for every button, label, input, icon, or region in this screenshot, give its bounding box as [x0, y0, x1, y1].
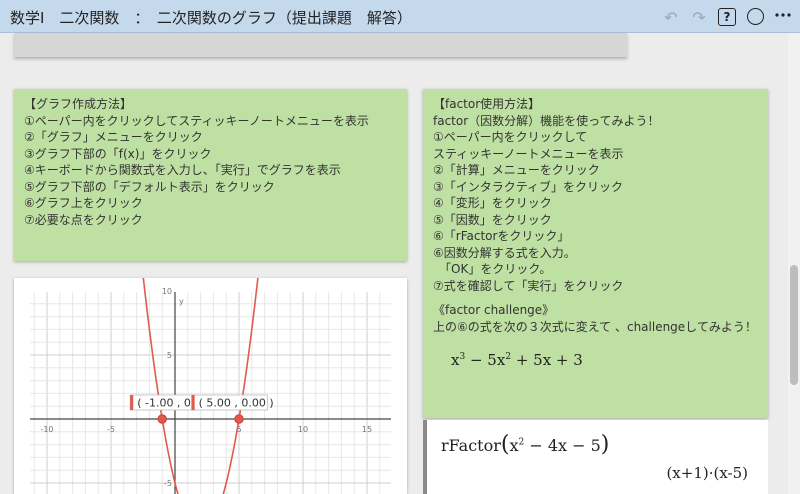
- calc-output: (x+1)·(x-5): [666, 464, 748, 482]
- step-line: ⑤「因数」をクリック: [433, 212, 552, 227]
- step-line: ④「変形」をクリック: [433, 196, 552, 210]
- title-bar: 数学Ⅰ 二次関数 ： 二次関数のグラフ（提出課題 解答） ↶ ↷ ?: [0, 0, 800, 33]
- step-line: 「OK」をクリック。: [433, 262, 552, 276]
- challenge-text: 上の⑥の式を次の３次式に変えて 、challengeしてみよう！: [433, 319, 757, 334]
- y-tick-label: 10: [162, 287, 172, 296]
- step-line: ③「インタラクティブ」をクリック: [433, 179, 624, 194]
- graph-plot[interactable]: -10-55101520105-5y( -1.00 , 0.00 )( 5.00…: [14, 278, 407, 494]
- scrollbar-track[interactable]: [788, 33, 800, 494]
- calc-input: rFactor(x2 − 4x − 5): [441, 432, 610, 457]
- page-title: 数学Ⅰ 二次関数 ： 二次関数のグラフ（提出課題 解答）: [10, 9, 412, 27]
- step-line: ④キーボードから関数式を入力し、「実行」でグラフを表示: [24, 163, 341, 177]
- more-icon[interactable]: [772, 3, 794, 25]
- calc-sticky-note[interactable]: rFactor(x2 − 4x − 5) (x+1)·(x-5): [423, 420, 768, 494]
- step-line: ③グラフ下部の「f(x)」をクリック: [24, 146, 212, 161]
- card-heading: 【グラフ作成方法】: [24, 97, 133, 111]
- graph-sticky-note[interactable]: -10-55101520105-5y( -1.00 , 0.00 )( 5.00…: [14, 278, 407, 494]
- point-marker: [157, 414, 167, 424]
- challenge-formula: x3 − 5x2 + 5x + 3: [451, 351, 583, 369]
- step-line: ⑥「rFactorをクリック」: [433, 229, 570, 243]
- step-line: ①ペーパー内をクリックしてスティッキーノートメニューを表示: [24, 113, 369, 128]
- step-line: ②「グラフ」メニューをクリック: [24, 130, 203, 144]
- step-line: ⑦必要な点をクリック: [24, 212, 143, 227]
- undo-icon[interactable]: ↶: [660, 6, 682, 28]
- help-icon[interactable]: ?: [718, 8, 736, 26]
- x-tick-label: -5: [107, 425, 115, 434]
- step-line: ②「計算」メニューをクリック: [433, 163, 600, 177]
- x-tick-label: 15: [362, 425, 372, 434]
- sticky-note-graph-howto[interactable]: 【グラフ作成方法】 ①ペーパー内をクリックしてスティッキーノートメニューを表示 …: [14, 89, 407, 261]
- point-label-marker: [130, 395, 134, 410]
- redo-icon[interactable]: ↷: [688, 6, 710, 28]
- x-tick-label: -10: [40, 425, 53, 434]
- circle-icon[interactable]: [747, 8, 764, 25]
- step-line: ⑤グラフ下部の「デフォルト表示」をクリック: [24, 179, 275, 194]
- y-axis-label: y: [179, 297, 184, 306]
- x-tick-label: 10: [298, 425, 308, 434]
- point-label: ( 5.00 , 0.00 ): [199, 397, 274, 410]
- step-line: スティッキーノートメニューを表示: [433, 146, 624, 161]
- step-line: factor（因数分解）機能を使ってみよう！: [433, 113, 660, 128]
- step-line: ⑦式を確認して「実行」をクリック: [433, 278, 624, 293]
- y-tick-label: 5: [167, 351, 172, 360]
- point-label-marker: [191, 395, 195, 410]
- y-tick-label: -5: [164, 479, 172, 488]
- sticky-note-factor[interactable]: 【factor使用方法】 factor（因数分解）機能を使ってみよう！ ①ペーパ…: [423, 89, 768, 418]
- challenge-title: 《factor challenge》: [433, 303, 555, 317]
- sticky-note-gray[interactable]: [14, 33, 627, 57]
- card-heading: 【factor使用方法】: [433, 97, 541, 111]
- point-marker: [234, 414, 244, 424]
- step-line: ⑥グラフ上をクリック: [24, 196, 143, 210]
- step-line: ①ペーパー内をクリックして: [433, 130, 588, 144]
- scrollbar-thumb[interactable]: [790, 265, 798, 385]
- step-line: ⑥因数分解する式を入力。: [433, 245, 576, 260]
